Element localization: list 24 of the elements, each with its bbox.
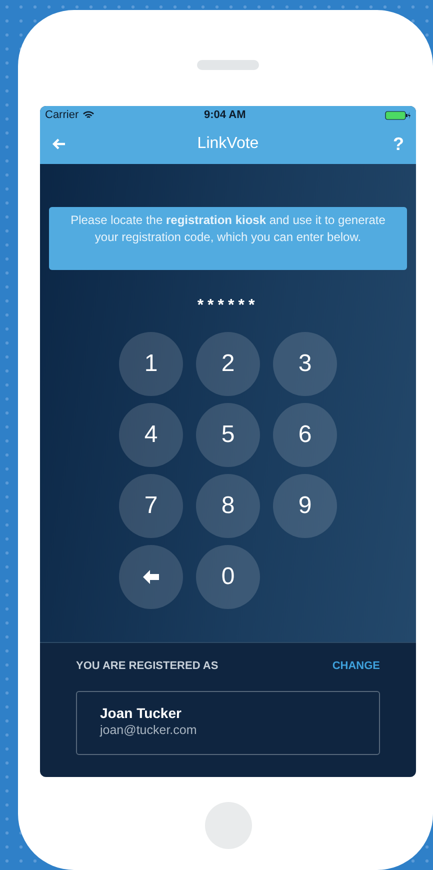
keypad-key[interactable]: 8	[196, 474, 260, 538]
keypad-key[interactable]: 3	[273, 332, 337, 396]
left-arrow-icon	[143, 570, 159, 584]
carrier-label: Carrier	[45, 108, 79, 123]
account-name: Joan Tucker	[100, 704, 182, 722]
status-time: 9:04 AM	[204, 108, 246, 123]
battery-icon	[385, 110, 411, 120]
keypad-key[interactable]: 2	[196, 332, 260, 396]
change-link[interactable]: CHANGE	[332, 658, 380, 674]
keypad-key[interactable]: 4	[119, 403, 183, 467]
keypad-key[interactable]: 7	[119, 474, 183, 538]
keypad-key[interactable]: 5	[196, 403, 260, 467]
keypad-key[interactable]: 0	[196, 545, 260, 609]
wifi-icon	[82, 111, 94, 119]
instruction-text: Please locate the registration kiosk and use it to generate your registration code, which you can enter below.	[49, 207, 407, 270]
keypad-key[interactable]: 6	[273, 403, 337, 467]
keypad-key[interactable]: 1	[119, 332, 183, 396]
back-arrow-icon[interactable]	[52, 138, 66, 150]
keypad-key[interactable]: 9	[273, 474, 337, 538]
code-display: ******	[197, 296, 259, 316]
section-heading: YOU ARE REGISTERED AS	[76, 659, 218, 674]
speaker-slot	[197, 60, 259, 70]
app-title: LinkVote	[197, 134, 259, 154]
account-email: joan@tucker.com	[100, 722, 198, 738]
